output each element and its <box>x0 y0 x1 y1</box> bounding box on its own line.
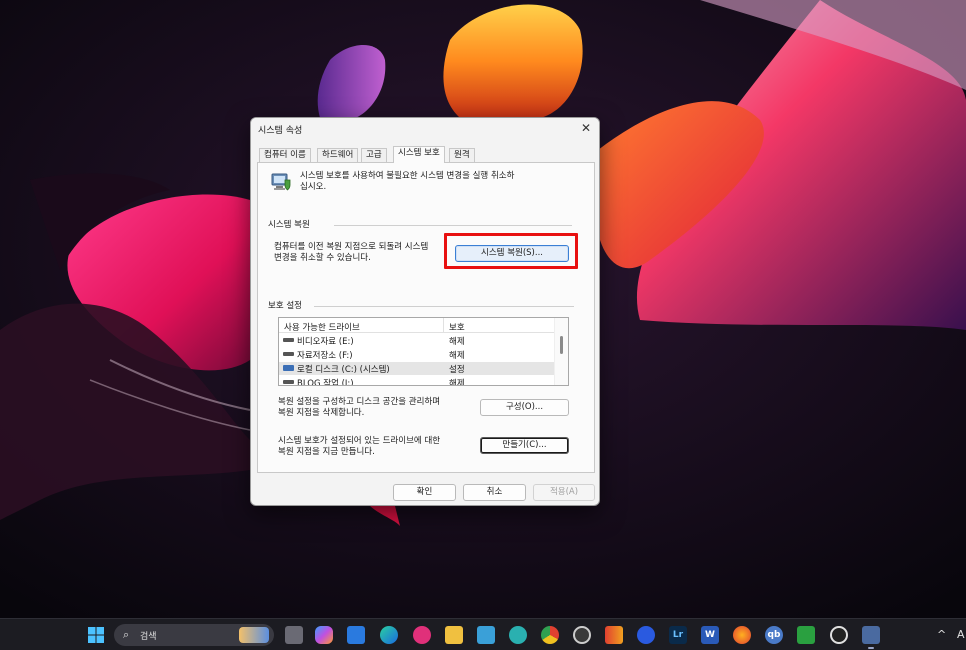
system-drive-icon <box>283 365 294 371</box>
group-divider <box>334 225 572 226</box>
drive-row[interactable]: BLOG 작업 (I:) 해제 <box>279 376 554 386</box>
drive-row[interactable]: 자료저장소 (F:) 해제 <box>279 348 554 361</box>
drive-protection-status: 해제 <box>449 337 465 347</box>
drive-protection-status: 해제 <box>449 379 465 386</box>
chrome-icon[interactable] <box>541 626 559 644</box>
scroll-thumb[interactable] <box>560 336 563 354</box>
search-placeholder: 검색 <box>140 632 157 642</box>
word-icon[interactable]: W <box>701 626 719 644</box>
taskbar: ⌕ 검색 Lr W qb ^ A <box>0 618 966 650</box>
system-properties-icon[interactable] <box>862 626 880 644</box>
todo-icon[interactable] <box>637 626 655 644</box>
drive-icon <box>283 352 294 356</box>
drive-icon <box>283 338 294 342</box>
copilot-icon[interactable] <box>315 626 333 644</box>
column-divider <box>443 318 444 333</box>
taskbar-search[interactable]: ⌕ 검색 <box>114 624 274 646</box>
drive-name: BLOG 작업 (I:) <box>297 379 354 386</box>
file-explorer-icon[interactable] <box>445 626 463 644</box>
tab-system-protection[interactable]: 시스템 보호 <box>393 146 445 163</box>
configure-desc-line2: 복원 지점을 삭제합니다. <box>278 408 365 418</box>
drive-protection-status: 해제 <box>449 351 465 361</box>
tray-chevron-icon[interactable]: ^ <box>937 628 946 641</box>
drive-name: 비디오자료 (E:) <box>297 337 354 347</box>
configure-desc-line1: 복원 설정을 구성하고 디스크 공간을 관리하며 <box>278 397 441 407</box>
qbittorrent-icon[interactable]: qb <box>765 626 783 644</box>
protection-group-label: 보호 설정 <box>268 301 302 311</box>
drive-icon <box>283 380 294 384</box>
drive-row[interactable]: 로컬 디스크 (C:) (시스템) 설정 <box>279 362 554 375</box>
drive-row[interactable]: 비디오자료 (E:) 해제 <box>279 334 554 347</box>
task-view-icon[interactable] <box>285 626 303 644</box>
evernote-icon[interactable] <box>797 626 815 644</box>
app-icon[interactable] <box>509 626 527 644</box>
create-desc-line2: 복원 지점을 지금 만듭니다. <box>278 447 375 457</box>
app-icon[interactable] <box>830 626 848 644</box>
column-header-protection[interactable]: 보호 <box>449 321 465 333</box>
tab-strip: 컴퓨터 이름 하드웨어 고급 시스템 보호 원격 <box>257 146 595 163</box>
firefox-icon[interactable] <box>733 626 751 644</box>
restore-desc-line2: 변경을 취소할 수 있습니다. <box>274 253 371 263</box>
search-icon: ⌕ <box>123 628 130 641</box>
apply-button[interactable]: 적용(A) <box>533 484 595 501</box>
configure-button[interactable]: 구성(O)... <box>480 399 569 416</box>
dialog-title: 시스템 속성 <box>258 126 303 136</box>
input-indicator[interactable]: A <box>957 628 965 641</box>
search-highlight-image <box>239 627 269 643</box>
start-icon[interactable] <box>88 627 104 643</box>
dialog-titlebar[interactable]: 시스템 속성 ✕ <box>251 118 599 140</box>
drive-list-scrollbar[interactable] <box>554 318 568 385</box>
app-icon[interactable] <box>573 626 591 644</box>
notepad-icon[interactable] <box>477 626 495 644</box>
system-protection-panel: 시스템 보호를 사용하여 불필요한 시스템 변경을 실행 취소하 십시오. 시스… <box>257 162 595 473</box>
group-divider <box>314 306 574 307</box>
tab-computer-name[interactable]: 컴퓨터 이름 <box>259 148 311 162</box>
system-properties-dialog: 시스템 속성 ✕ 컴퓨터 이름 하드웨어 고급 시스템 보호 원격 시스템 보호… <box>250 117 600 506</box>
column-header-drives[interactable]: 사용 가능한 드라이브 <box>284 321 360 333</box>
close-icon[interactable]: ✕ <box>579 121 593 135</box>
system-restore-button[interactable]: 시스템 복원(S)... <box>455 245 569 262</box>
tab-remote[interactable]: 원격 <box>449 148 475 162</box>
system-protection-icon <box>271 173 291 191</box>
drive-list[interactable]: 사용 가능한 드라이브 보호 비디오자료 (E:) 해제 자료저장소 (F:) … <box>278 317 569 386</box>
restore-desc-line1: 컴퓨터를 이전 복원 지점으로 되돌려 시스템 <box>274 242 429 252</box>
drive-protection-status: 설정 <box>449 365 465 375</box>
app-icon[interactable] <box>605 626 623 644</box>
drive-list-header: 사용 가능한 드라이브 보호 <box>279 318 554 333</box>
drive-name: 로컬 디스크 (C:) (시스템) <box>297 365 390 375</box>
edge-icon[interactable] <box>380 626 398 644</box>
tab-hardware[interactable]: 하드웨어 <box>317 148 359 162</box>
active-app-indicator <box>868 647 874 649</box>
create-button[interactable]: 만들기(C)... <box>480 437 569 454</box>
tab-advanced[interactable]: 고급 <box>361 148 387 162</box>
ok-button[interactable]: 확인 <box>393 484 456 501</box>
create-desc-line1: 시스템 보호가 설정되어 있는 드라이브에 대한 <box>278 436 441 446</box>
cancel-button[interactable]: 취소 <box>463 484 526 501</box>
store-icon[interactable] <box>347 626 365 644</box>
restore-group-label: 시스템 복원 <box>268 220 310 230</box>
drive-name: 자료저장소 (F:) <box>297 351 353 361</box>
photo-app-icon[interactable] <box>413 626 431 644</box>
intro-text-line2: 십시오. <box>300 182 327 192</box>
intro-text-line1: 시스템 보호를 사용하여 불필요한 시스템 변경을 실행 취소하 <box>300 171 515 181</box>
lightroom-icon[interactable]: Lr <box>669 626 687 644</box>
